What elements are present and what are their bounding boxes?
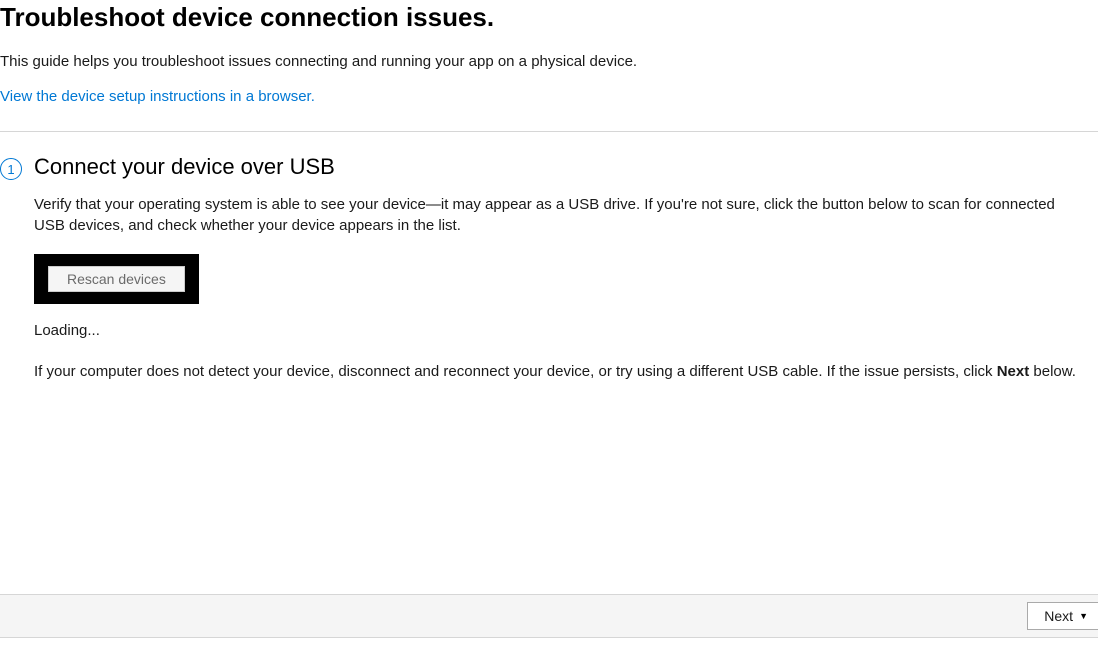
step-number-badge: 1 (0, 158, 22, 180)
next-button-label: Next (1044, 608, 1073, 624)
step-description: Verify that your operating system is abl… (34, 194, 1078, 236)
note-suffix: below. (1029, 363, 1076, 380)
step-note: If your computer does not detect your de… (34, 361, 1078, 382)
footer-bar: Next ▼ (0, 594, 1098, 638)
note-bold-word: Next (997, 363, 1030, 380)
note-prefix: If your computer does not detect your de… (34, 363, 997, 380)
setup-instructions-link[interactable]: View the device setup instructions in a … (0, 88, 315, 105)
rescan-devices-button[interactable]: Rescan devices (48, 266, 185, 292)
intro-text: This guide helps you troubleshoot issues… (0, 53, 1098, 70)
chevron-down-icon: ▼ (1079, 611, 1088, 621)
step-1-container: 1 Connect your device over USB Verify th… (0, 154, 1098, 382)
page-title: Troubleshoot device connection issues. (0, 2, 1098, 33)
loading-status: Loading... (34, 322, 1078, 339)
divider (0, 131, 1098, 132)
next-button[interactable]: Next ▼ (1027, 602, 1098, 630)
step-title: Connect your device over USB (34, 154, 1078, 180)
rescan-button-highlight: Rescan devices (34, 254, 199, 304)
